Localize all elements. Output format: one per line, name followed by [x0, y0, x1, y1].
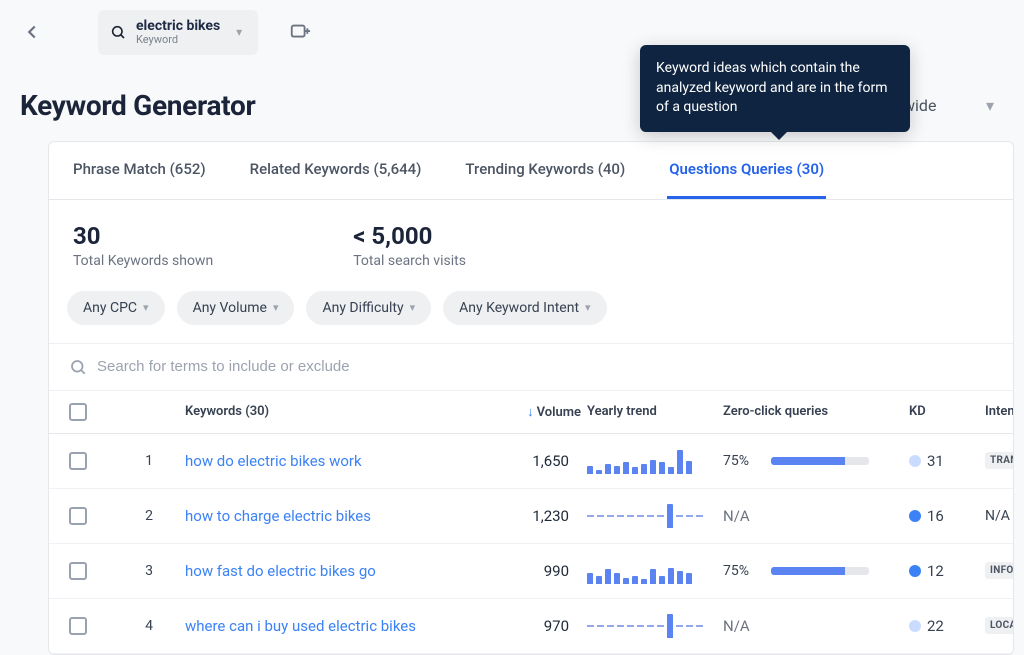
row-checkbox[interactable]: [69, 507, 87, 525]
intent-cell: N/A: [985, 508, 1014, 524]
chevron-down-icon: ▾: [143, 301, 149, 314]
back-arrow[interactable]: [20, 20, 44, 44]
search-icon: [69, 358, 87, 376]
intent-badge: TRANSAC.: [985, 452, 1014, 469]
table-row: 4 where can i buy used electric bikes 970 N…: [49, 599, 1013, 654]
table-search-input[interactable]: [97, 358, 993, 375]
add-compare-button[interactable]: [286, 18, 314, 46]
tabs: Phrase Match (652) Related Keywords (5,64…: [49, 142, 1013, 200]
keyword-link[interactable]: how to charge electric bikes: [185, 507, 371, 525]
chevron-down-icon: ▾: [410, 301, 416, 314]
col-keywords[interactable]: Keywords (30): [185, 404, 475, 419]
chevron-down-icon: ▾: [585, 301, 591, 314]
row-checkbox[interactable]: [69, 562, 87, 580]
tab[interactable]: Phrase Match (652): [71, 142, 208, 199]
intent-cell: INFO: [985, 562, 1014, 579]
row-number: 1: [119, 453, 179, 469]
trend-sparkline: [587, 558, 717, 584]
table-row: 2 how to charge electric bikes 1,230 N/A 16 N…: [49, 489, 1013, 544]
search-icon: [110, 24, 126, 40]
col-trend[interactable]: Yearly trend: [587, 404, 717, 419]
volume-cell: 990: [481, 562, 581, 580]
chevron-down-icon: ▾: [236, 25, 242, 39]
page-title: Keyword Generator: [20, 89, 255, 122]
filter-volume[interactable]: Any Volume▾: [177, 291, 295, 325]
chevron-down-icon: ▾: [273, 301, 279, 314]
filter-difficulty[interactable]: Any Difficulty▾: [306, 291, 431, 325]
kd-cell: 22: [909, 617, 979, 635]
volume-cell: 970: [481, 617, 581, 635]
tab-tooltip: Keyword ideas which contain the analyzed…: [640, 45, 910, 132]
tab[interactable]: Related Keywords (5,644): [248, 142, 424, 199]
total-keywords-value: 30: [73, 222, 213, 250]
kd-cell: 12: [909, 562, 979, 580]
select-all-checkbox[interactable]: [69, 403, 87, 421]
zero-click-cell: N/A: [723, 507, 903, 525]
zero-click-cell: N/A: [723, 617, 903, 635]
volume-cell: 1,230: [481, 507, 581, 525]
trend-sparkline: [587, 613, 717, 639]
col-zcq[interactable]: Zero-click queries: [723, 404, 903, 419]
col-kd[interactable]: KD: [909, 404, 979, 419]
intent-cell: TRANSAC.: [985, 452, 1014, 469]
trend-sparkline: [587, 503, 717, 529]
intent-badge: LOCAL: [985, 617, 1014, 634]
keyword-chip[interactable]: electric bikes Keyword ▾: [98, 10, 258, 55]
search-visits-label: Total search visits: [353, 253, 466, 269]
table-row: 1 how do electric bikes work 1,650 75% 31 TRA…: [49, 434, 1013, 489]
chevron-down-icon: ▾: [986, 96, 994, 115]
table-row: 3 how fast do electric bikes go 990 75% 12 IN…: [49, 544, 1013, 599]
row-number: 2: [119, 508, 179, 524]
keyword-link[interactable]: where can i buy used electric bikes: [185, 617, 416, 635]
keyword-link[interactable]: how fast do electric bikes go: [185, 562, 376, 580]
row-checkbox[interactable]: [69, 617, 87, 635]
col-volume[interactable]: ↓Volume: [481, 404, 581, 420]
keyword-chip-term: electric bikes: [136, 18, 220, 34]
trend-sparkline: [587, 448, 717, 474]
row-number: 3: [119, 563, 179, 579]
search-visits-value: < 5,000: [353, 222, 466, 250]
tab[interactable]: Trending Keywords (40): [463, 142, 627, 199]
intent-badge: INFO: [985, 562, 1014, 579]
sort-desc-icon: ↓: [527, 405, 534, 420]
filter-intent[interactable]: Any Keyword Intent▾: [443, 291, 606, 325]
kd-cell: 16: [909, 507, 979, 525]
keyword-chip-sublabel: Keyword: [136, 34, 220, 47]
zero-click-cell: 75%: [723, 453, 903, 469]
kd-cell: 31: [909, 452, 979, 470]
row-number: 4: [119, 618, 179, 634]
filter-cpc[interactable]: Any CPC▾: [67, 291, 165, 325]
zero-click-cell: 75%: [723, 563, 903, 579]
keyword-link[interactable]: how do electric bikes work: [185, 452, 362, 470]
col-intent[interactable]: Intent: [985, 404, 1014, 419]
tab[interactable]: Questions Queries (30): [667, 142, 826, 199]
total-keywords-label: Total Keywords shown: [73, 253, 213, 269]
intent-cell: LOCALT: [985, 617, 1014, 634]
row-checkbox[interactable]: [69, 452, 87, 470]
volume-cell: 1,650: [481, 452, 581, 470]
